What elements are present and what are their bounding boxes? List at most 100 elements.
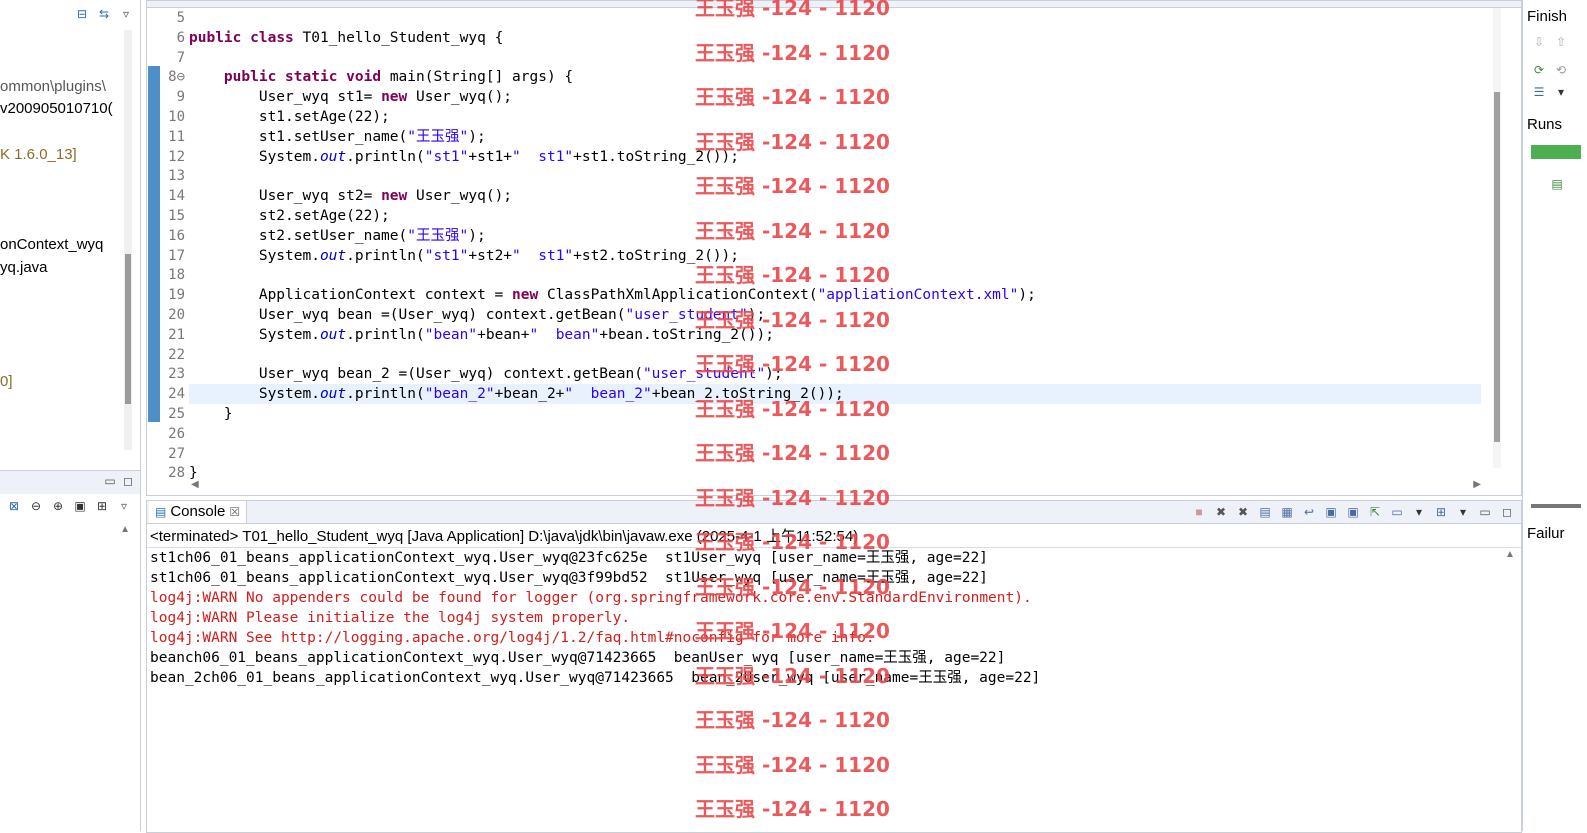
code-line[interactable]: User_wyq st2= new User_wyq(); xyxy=(189,186,1481,206)
code-line[interactable]: st1.setUser_name("王玉强"); xyxy=(189,127,1481,147)
console-error-line: log4j:WARN No appenders could be found f… xyxy=(150,590,1032,606)
show-on-output-icon[interactable]: ▣ xyxy=(1323,504,1339,520)
code-line[interactable]: } xyxy=(189,404,1481,424)
zoom-100-icon[interactable]: ▣ xyxy=(72,498,88,514)
code-line[interactable]: st1.setAge(22); xyxy=(189,107,1481,127)
maximize-icon[interactable]: ◻ xyxy=(120,473,136,489)
minimize-icon[interactable]: ▭ xyxy=(1477,504,1493,520)
console-view: ▤ Console ☒ ■ ✖ ✖ ▤ ▦ ↩ ▣ ▣ ⇱ ▭ ▾ ⊞ ▾ ▭ … xyxy=(146,500,1522,833)
maximize-icon[interactable]: ◻ xyxy=(1499,504,1515,520)
code-line[interactable]: User_wyq bean =(User_wyq) context.getBea… xyxy=(189,305,1481,325)
editor-horizontal-scrollbar[interactable]: ◀ ▶ xyxy=(191,479,1481,490)
code-line[interactable] xyxy=(189,8,1481,28)
code-line[interactable]: System.out.println("st1"+st2+" st1"+st2.… xyxy=(189,246,1481,266)
code-line[interactable] xyxy=(189,424,1481,444)
scroll-lock-icon[interactable]: ▦ xyxy=(1279,504,1295,520)
code-line[interactable]: public static void main(String[] args) { xyxy=(189,67,1481,87)
code-token: main(String[] args) { xyxy=(381,69,574,86)
code-token: System. xyxy=(189,247,320,264)
junit-view: Finish ⇩ ⇧ ⟳ ⟲ ☰ ▾ Runs ▤ Failur xyxy=(1522,0,1587,831)
sash-handle[interactable] xyxy=(1531,504,1581,508)
keyword-token: class xyxy=(250,29,294,46)
view-menu-icon[interactable]: ▾ xyxy=(1553,84,1569,100)
console-icon: ▤ xyxy=(155,505,167,519)
minimize-icon[interactable]: ▭ xyxy=(102,473,118,489)
line-number: 19 xyxy=(168,287,185,304)
tree-item[interactable]: v200905010710( xyxy=(0,100,113,117)
code-editor[interactable]: 5 6 7 8⊖ 9 10 11 12 13 14 15 16 17 18 19 20 21 22 23 24 25 26… xyxy=(146,0,1522,496)
editor-vertical-scrollbar[interactable] xyxy=(1493,8,1501,468)
pin-console-icon[interactable]: ⇱ xyxy=(1367,504,1383,520)
tree-item[interactable]: onContext_wyq xyxy=(0,236,103,253)
code-token: User_wyq st1= xyxy=(189,89,382,106)
code-line[interactable]: System.out.println("bean"+bean+" bean"+b… xyxy=(189,325,1481,345)
explorer-scrollbar[interactable] xyxy=(124,30,132,450)
next-failure-icon[interactable]: ⇩ xyxy=(1531,34,1547,50)
scroll-up-icon[interactable]: ▲ xyxy=(120,524,130,535)
string-token: "bean_2" xyxy=(424,386,495,403)
rerun-icon[interactable]: ⟳ xyxy=(1531,62,1547,78)
scrollbar-thumb[interactable] xyxy=(125,254,131,404)
open-console-dropdown-icon[interactable]: ▾ xyxy=(1455,504,1471,520)
scroll-up-icon[interactable]: ▲ xyxy=(1505,549,1515,560)
display-console-icon[interactable]: ▭ xyxy=(1389,504,1405,520)
console-output-line: bean_2ch06_01_beans_applicationContext_w… xyxy=(150,670,1041,686)
history-icon[interactable]: ☰ xyxy=(1531,84,1547,100)
view-menu-icon[interactable]: ▿ xyxy=(116,498,132,514)
word-wrap-icon[interactable]: ↩ xyxy=(1301,504,1317,520)
terminate-icon[interactable]: ■ xyxy=(1191,504,1207,520)
code-token: .println( xyxy=(346,326,425,343)
junit-progress-bar xyxy=(1531,145,1581,159)
line-number: 26 xyxy=(168,425,185,442)
string-token: "user_student" xyxy=(642,366,766,383)
code-line[interactable] xyxy=(189,48,1481,68)
code-line[interactable] xyxy=(189,444,1481,464)
code-line[interactable]: System.out.println("bean_2"+bean_2+" bea… xyxy=(189,384,1481,405)
code-token: ); xyxy=(747,307,766,323)
tree-item[interactable]: ommon\plugins\ xyxy=(0,78,106,95)
code-line[interactable]: User_wyq st1= new User_wyq(); xyxy=(189,87,1481,107)
scroll-left-icon[interactable]: ◀ xyxy=(191,479,199,490)
line-number: 15 xyxy=(168,208,185,224)
code-line[interactable] xyxy=(189,166,1481,186)
code-line[interactable]: System.out.println("st1"+st1+" st1"+st1.… xyxy=(189,147,1481,167)
code-line[interactable] xyxy=(189,345,1481,365)
show-on-error-icon[interactable]: ▣ xyxy=(1345,504,1361,520)
string-token: "st1" xyxy=(424,148,469,165)
tree-item[interactable]: yq.java xyxy=(0,259,48,276)
console-output[interactable]: st1ch06_01_beans_applicationContext_wyq.… xyxy=(150,548,1040,688)
code-line[interactable]: st2.setUser_name("王玉强"); xyxy=(189,226,1481,246)
code-line[interactable]: User_wyq bean_2 =(User_wyq) context.getB… xyxy=(189,364,1481,384)
editor-tab-strip xyxy=(147,1,1521,8)
zoom-in-icon[interactable]: ⊕ xyxy=(50,498,66,514)
scrollbar-thumb[interactable] xyxy=(1494,92,1500,442)
previous-failure-icon[interactable]: ⇧ xyxy=(1553,34,1569,50)
clear-console-icon[interactable]: ▤ xyxy=(1257,504,1273,520)
grid-icon[interactable]: ⊞ xyxy=(94,498,110,514)
test-suite-icon[interactable]: ▤ xyxy=(1549,176,1565,192)
scroll-right-icon[interactable]: ▶ xyxy=(1473,479,1481,490)
view-menu-icon[interactable]: ▿ xyxy=(118,6,134,22)
zoom-out-icon[interactable]: ⊖ xyxy=(28,498,44,514)
console-scrollbar[interactable]: ▲ xyxy=(1505,549,1515,829)
code-line[interactable] xyxy=(189,265,1481,285)
link-with-editor-icon[interactable]: ⇆ xyxy=(96,6,112,22)
tree-item[interactable]: K 1.6.0_13] xyxy=(0,146,77,163)
tree-item[interactable]: 0] xyxy=(0,373,13,390)
line-number: 13 xyxy=(168,168,185,185)
open-console-icon[interactable]: ⊞ xyxy=(1433,504,1449,520)
tab-console[interactable]: ▤ Console ☒ xyxy=(149,501,248,523)
close-icon[interactable]: ☒ xyxy=(229,501,240,523)
display-console-dropdown-icon[interactable]: ▾ xyxy=(1411,504,1427,520)
collapse-all-icon[interactable]: ⊟ xyxy=(74,6,90,22)
rerun-failed-icon[interactable]: ⟲ xyxy=(1553,62,1569,78)
remove-launch-icon[interactable]: ✖ xyxy=(1213,504,1229,520)
string-token: "st1" xyxy=(424,247,469,264)
code-token: User_wyq(); xyxy=(407,188,513,205)
code-line[interactable]: st2.setAge(22); xyxy=(189,206,1481,226)
zoom-fit-icon[interactable]: ⊠ xyxy=(6,498,22,514)
remove-all-terminated-icon[interactable]: ✖ xyxy=(1235,504,1251,520)
code-line[interactable]: public class T01_hello_Student_wyq { xyxy=(189,28,1481,48)
code-line[interactable]: ApplicationContext context = new ClassPa… xyxy=(189,285,1481,305)
